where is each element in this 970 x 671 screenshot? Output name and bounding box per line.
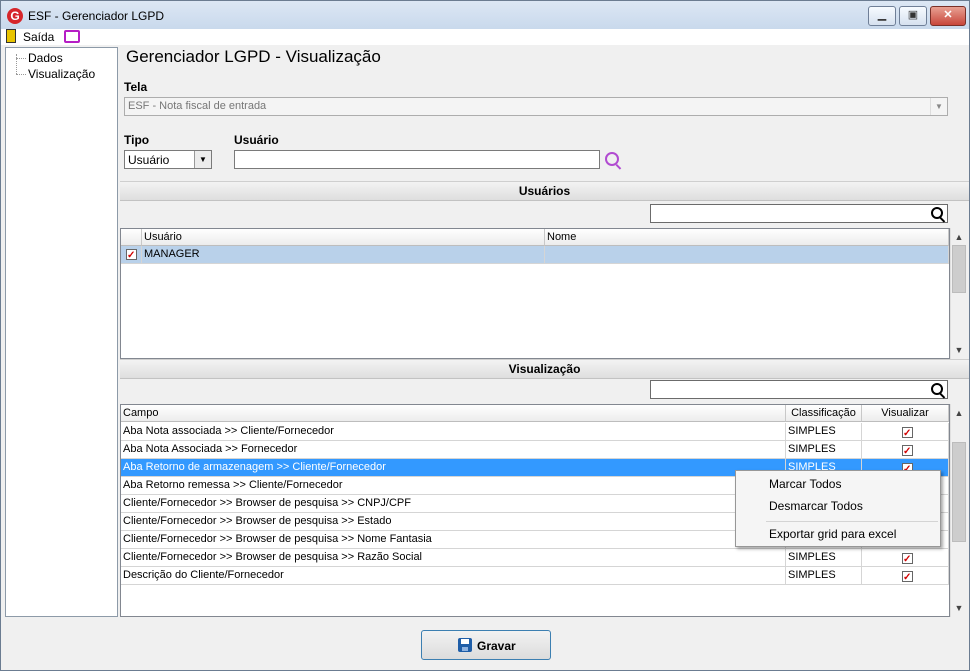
table-row-campo[interactable]: Aba Retorno remessa >> Cliente/Fornecedo… <box>121 477 786 495</box>
usuarios-section-header: Usuários <box>120 181 969 201</box>
visualizacao-section-header: Visualização <box>120 359 969 379</box>
tipo-value: Usuário <box>128 153 170 167</box>
scrollbar-thumb[interactable] <box>952 245 966 293</box>
table-row-visualizar[interactable] <box>862 441 949 459</box>
table-row-nome[interactable] <box>545 246 949 264</box>
usuario-input[interactable] <box>234 150 600 169</box>
column-header-usuario[interactable]: Usuário <box>142 229 545 246</box>
menu-separator <box>766 521 938 522</box>
table-row-campo[interactable]: Cliente/Fornecedor >> Browser de pesquis… <box>121 495 786 513</box>
usuarios-scrollbar[interactable]: ▲ ▼ <box>950 228 967 359</box>
save-button[interactable]: Gravar <box>421 630 551 660</box>
close-button[interactable]: ✕ <box>930 6 966 26</box>
table-row-visualizar[interactable] <box>862 567 949 585</box>
menu-item-marcar-todos[interactable]: Marcar Todos <box>769 477 841 491</box>
maximize-button[interactable]: ▣ <box>899 6 927 26</box>
tipo-combobox[interactable]: Usuário ▼ <box>124 150 212 169</box>
checkbox-column-header <box>121 229 142 246</box>
scroll-up-icon[interactable]: ▲ <box>951 405 967 421</box>
floppy-disk-icon <box>458 638 472 652</box>
column-header-nome[interactable]: Nome <box>545 229 949 246</box>
visualizar-checkbox[interactable] <box>902 551 913 566</box>
screen-icon[interactable] <box>64 30 80 43</box>
table-row-campo[interactable]: Cliente/Fornecedor >> Browser de pesquis… <box>121 549 786 567</box>
save-button-label: Gravar <box>477 639 516 653</box>
visualizacao-search-input[interactable] <box>650 380 948 399</box>
tree-connector <box>16 74 26 75</box>
tree-item-visualizacao[interactable]: Visualização <box>28 67 95 81</box>
row-checkbox[interactable] <box>126 247 137 263</box>
table-row-usuario[interactable]: MANAGER <box>142 246 545 264</box>
visualizar-checkbox[interactable] <box>902 443 913 458</box>
chevron-down-icon[interactable]: ▼ <box>930 98 947 115</box>
exit-door-icon[interactable] <box>6 29 16 43</box>
table-row-campo[interactable]: Aba Retorno de armazenagem >> Cliente/Fo… <box>121 459 786 477</box>
table-row-campo[interactable]: Cliente/Fornecedor >> Browser de pesquis… <box>121 513 786 531</box>
chevron-down-icon[interactable]: ▼ <box>194 151 211 168</box>
search-icon[interactable] <box>931 383 943 395</box>
table-row-classificacao[interactable]: SIMPLES <box>786 441 862 459</box>
tela-value: ESF - Nota fiscal de entrada <box>128 100 267 112</box>
search-icon[interactable] <box>605 152 619 166</box>
column-header-classificacao[interactable]: Classificação <box>786 405 862 422</box>
search-icon[interactable] <box>931 207 943 219</box>
exit-menu-item[interactable]: Saída <box>23 30 54 44</box>
window-title: ESF - Gerenciador LGPD <box>28 9 165 23</box>
scroll-down-icon[interactable]: ▼ <box>951 600 967 616</box>
menu-bar: Saída <box>1 29 969 45</box>
tree-item-dados[interactable]: Dados <box>28 51 63 65</box>
scroll-down-icon[interactable]: ▼ <box>951 342 967 358</box>
title-bar: G ESF - Gerenciador LGPD ▁ ▣ ✕ <box>1 1 969 30</box>
usuarios-grid[interactable]: Usuário Nome MANAGER <box>120 228 950 359</box>
scrollbar-thumb[interactable] <box>952 442 966 542</box>
minimize-button[interactable]: ▁ <box>868 6 896 26</box>
table-row-classificacao[interactable]: SIMPLES <box>786 567 862 585</box>
visualizar-checkbox[interactable] <box>902 569 913 584</box>
menu-item-exportar-excel[interactable]: Exportar grid para excel <box>769 527 896 541</box>
tree-connector <box>16 58 26 59</box>
table-row-classificacao[interactable]: SIMPLES <box>786 549 862 567</box>
table-row-campo[interactable]: Aba Nota associada >> Cliente/Fornecedor <box>121 423 786 441</box>
tela-combobox[interactable]: ESF - Nota fiscal de entrada ▼ <box>124 97 948 116</box>
tree-connector <box>16 54 17 74</box>
column-header-campo[interactable]: Campo <box>121 405 786 422</box>
table-row-campo[interactable]: Descrição do Cliente/Fornecedor <box>121 567 786 585</box>
table-row-visualizar[interactable] <box>862 549 949 567</box>
tela-label: Tela <box>124 80 148 94</box>
table-row-classificacao[interactable]: SIMPLES <box>786 423 862 441</box>
page-title: Gerenciador LGPD - Visualização <box>126 47 381 66</box>
table-row-checkbox-cell[interactable] <box>121 246 142 264</box>
main-window: G ESF - Gerenciador LGPD ▁ ▣ ✕ Saída Dad… <box>0 0 970 671</box>
usuario-label: Usuário <box>234 133 279 147</box>
menu-item-desmarcar-todos[interactable]: Desmarcar Todos <box>769 499 863 513</box>
column-header-visualizar[interactable]: Visualizar <box>862 405 949 422</box>
scroll-up-icon[interactable]: ▲ <box>951 229 967 245</box>
table-row-visualizar[interactable] <box>862 423 949 441</box>
table-row-campo[interactable]: Aba Nota Associada >> Fornecedor <box>121 441 786 459</box>
usuarios-search-input[interactable] <box>650 204 948 223</box>
context-menu: Marcar Todos Desmarcar Todos Exportar gr… <box>735 470 941 547</box>
table-row-campo[interactable]: Cliente/Fornecedor >> Browser de pesquis… <box>121 531 786 549</box>
navigation-tree: Dados Visualização <box>5 47 118 617</box>
visualizacao-scrollbar[interactable]: ▲ ▼ <box>950 404 967 617</box>
tipo-label: Tipo <box>124 133 150 147</box>
visualizar-checkbox[interactable] <box>902 425 913 440</box>
app-logo-icon: G <box>7 8 23 24</box>
